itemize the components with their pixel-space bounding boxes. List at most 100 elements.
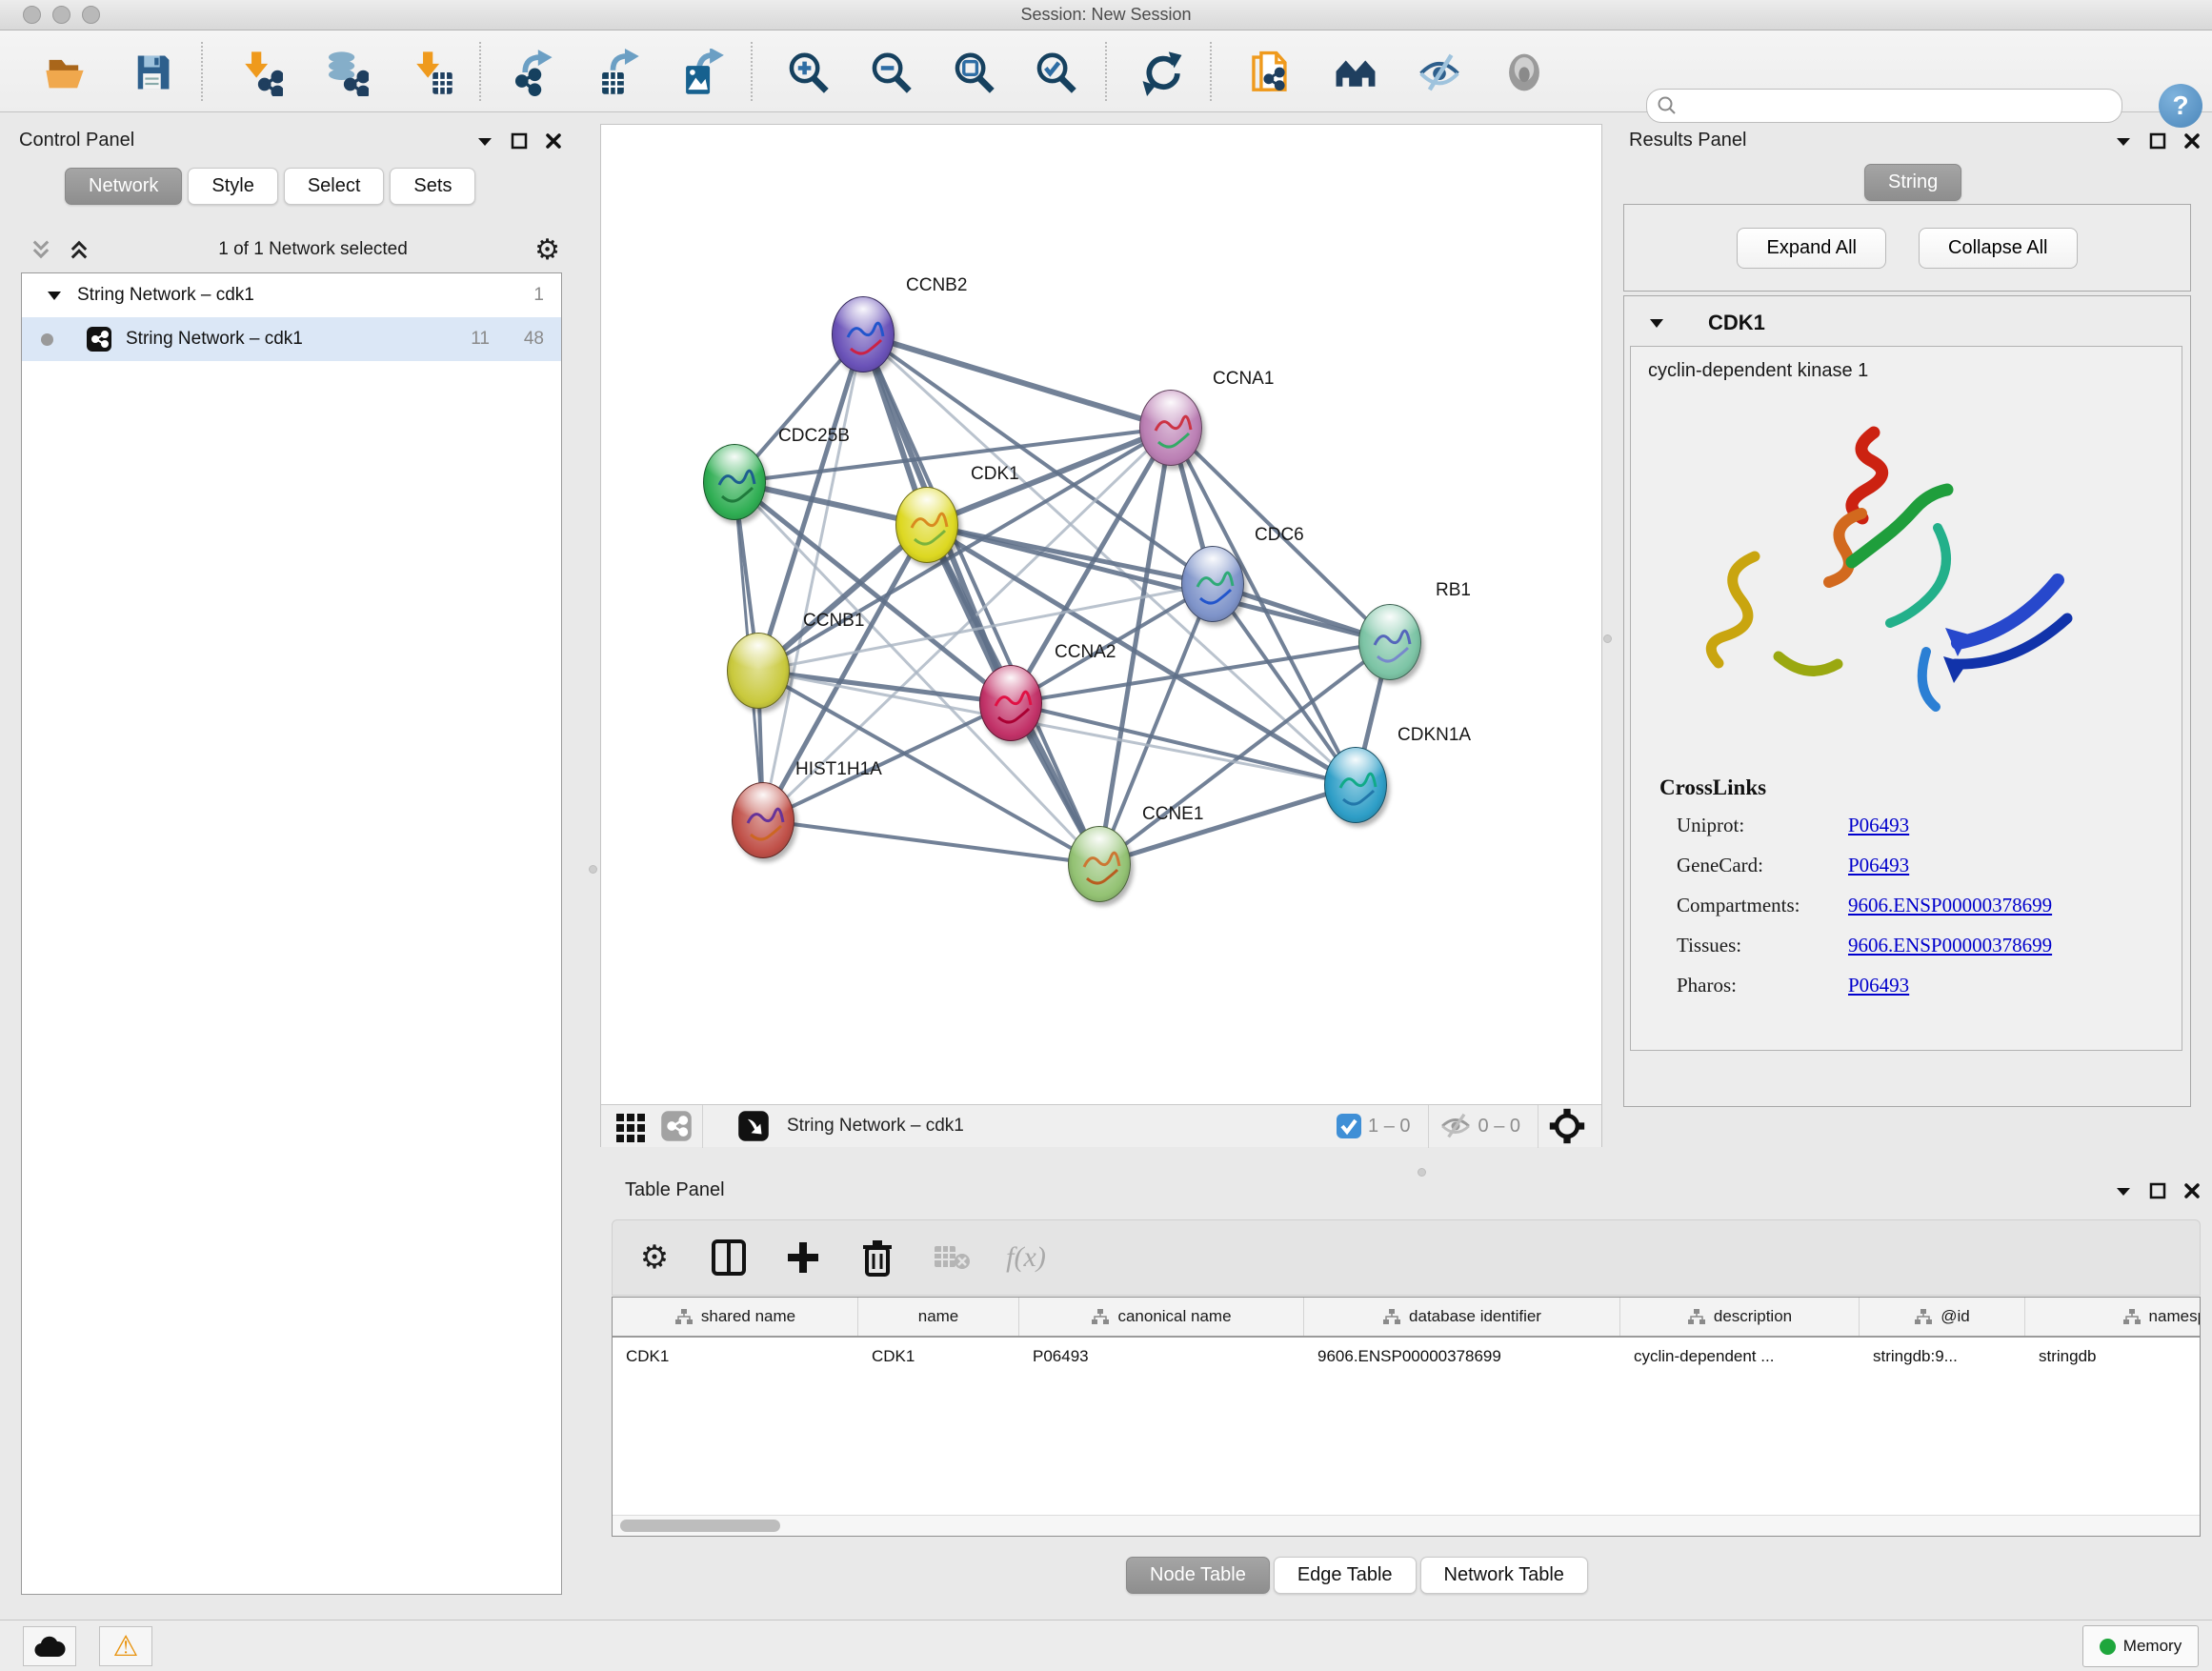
warnings-button[interactable]: ⚠ [99, 1626, 152, 1666]
tab-edge-table[interactable]: Edge Table [1274, 1557, 1417, 1594]
selected-checkbox-icon[interactable] [1336, 1113, 1362, 1139]
protein-node-ccna2[interactable] [979, 665, 1042, 741]
export-network-button[interactable] [505, 48, 558, 97]
table-cell[interactable]: CDK1 [858, 1338, 1019, 1379]
collapse-all-tree-icon[interactable] [67, 238, 91, 261]
network-edge[interactable] [863, 334, 1171, 428]
protein-node-hist1h1a[interactable] [732, 782, 794, 858]
tab-select[interactable]: Select [284, 168, 385, 205]
protein-node-cdc25b[interactable] [703, 444, 766, 520]
tab-sets[interactable]: Sets [390, 168, 475, 205]
scrollbar-thumb[interactable] [620, 1520, 780, 1532]
delete-column-icon[interactable] [856, 1237, 898, 1278]
panel-menu-icon[interactable] [2115, 135, 2132, 147]
share-view-icon[interactable] [660, 1110, 693, 1142]
float-panel-icon[interactable] [2149, 1182, 2166, 1199]
collapse-card-icon[interactable] [1649, 317, 1664, 329]
crosslink-label: Tissues: [1677, 934, 1848, 957]
protein-node-ccna1[interactable] [1139, 390, 1202, 466]
protein-node-ccnb2[interactable] [832, 296, 895, 372]
splitter-handle[interactable] [1603, 634, 1612, 643]
crosslink-link[interactable]: P06493 [1848, 814, 1909, 837]
panel-menu-icon[interactable] [2115, 1185, 2132, 1197]
column-header-database-identifier[interactable]: database identifier [1304, 1298, 1620, 1336]
save-session-button[interactable] [126, 48, 179, 97]
cloud-status-button[interactable] [23, 1626, 76, 1666]
show-columns-icon[interactable] [708, 1237, 750, 1278]
protein-node-cdkn1a[interactable] [1324, 747, 1387, 823]
string-settings-button[interactable] [1329, 48, 1382, 97]
table-cell[interactable]: 9606.ENSP00000378699 [1304, 1338, 1620, 1379]
hide-glass-button[interactable] [1413, 48, 1466, 97]
crosslink-link[interactable]: 9606.ENSP00000378699 [1848, 934, 2052, 957]
network-edge[interactable] [763, 820, 1099, 864]
zoom-out-button[interactable] [864, 48, 917, 97]
table-gear-icon[interactable]: ⚙ [633, 1237, 675, 1278]
column-header--id[interactable]: @id [1860, 1298, 2025, 1336]
tree-expand-icon[interactable] [47, 290, 62, 301]
refresh-button[interactable] [1136, 48, 1189, 97]
network-row-selected[interactable]: String Network – cdk1 11 48 [22, 317, 561, 361]
table-row[interactable]: CDK1CDK1P064939606.ENSP00000378699cyclin… [613, 1338, 2200, 1379]
network-edge[interactable] [763, 334, 863, 820]
import-table-button[interactable] [404, 48, 457, 97]
crosslink-link[interactable]: P06493 [1848, 974, 1909, 997]
table-cell[interactable]: cyclin-dependent ... [1620, 1338, 1860, 1379]
network-edge[interactable] [863, 334, 1099, 864]
gear-icon[interactable]: ⚙ [534, 233, 560, 267]
network-collection-row[interactable]: String Network – cdk1 1 [22, 273, 561, 317]
network-edge[interactable] [1099, 785, 1356, 864]
zoom-in-button[interactable] [781, 48, 835, 97]
tab-style[interactable]: Style [188, 168, 277, 205]
import-network-database-button[interactable] [318, 48, 372, 97]
protein-node-cdk1[interactable] [895, 487, 958, 563]
column-header-shared-name[interactable]: shared name [613, 1298, 858, 1336]
zoom-selected-button[interactable] [1029, 48, 1082, 97]
column-header-namespace[interactable]: namespace [2025, 1298, 2201, 1336]
column-header-description[interactable]: description [1620, 1298, 1860, 1336]
splitter-handle[interactable] [589, 865, 597, 874]
clone-network-button[interactable] [1243, 48, 1297, 97]
close-panel-icon[interactable] [2183, 1182, 2201, 1199]
crosslink-link[interactable]: P06493 [1848, 854, 1909, 877]
close-panel-icon[interactable] [2183, 132, 2201, 150]
float-panel-icon[interactable] [2149, 132, 2166, 150]
protein-node-cdc6[interactable] [1181, 546, 1244, 622]
expand-all-tree-icon[interactable] [29, 238, 53, 261]
tab-network-table[interactable]: Network Table [1420, 1557, 1588, 1594]
protein-node-ccnb1[interactable] [727, 633, 790, 709]
show-glass-button[interactable] [1498, 48, 1551, 97]
add-column-icon[interactable] [782, 1237, 824, 1278]
network-canvas[interactable]: CCNB2CCNA1CDC25BCDK1CDC6RB1CCNB1CCNA2CDK… [601, 125, 1601, 1104]
export-image-button[interactable] [674, 48, 728, 97]
import-network-file-button[interactable] [232, 48, 286, 97]
crosslinks-section: CrossLinks Uniprot:P06493GeneCard:P06493… [1677, 775, 2052, 1014]
column-header-canonical-name[interactable]: canonical name [1019, 1298, 1304, 1336]
tab-string[interactable]: String [1864, 164, 1961, 201]
tab-node-table[interactable]: Node Table [1126, 1557, 1270, 1594]
table-cell[interactable]: P06493 [1019, 1338, 1304, 1379]
open-session-button[interactable] [38, 48, 91, 97]
column-header-name[interactable]: name [858, 1298, 1019, 1336]
protein-card-header[interactable]: CDK1 [1628, 302, 2186, 344]
export-table-button[interactable] [591, 48, 644, 97]
birds-eye-view-icon[interactable] [737, 1110, 770, 1142]
zoom-fit-button[interactable] [947, 48, 1000, 97]
grid-view-icon[interactable] [614, 1110, 647, 1142]
table-cell[interactable]: stringdb:9... [1860, 1338, 2025, 1379]
tab-network[interactable]: Network [65, 168, 182, 205]
splitter-handle[interactable] [1418, 1168, 1426, 1177]
table-cell[interactable]: stringdb [2025, 1338, 2201, 1379]
collapse-all-button[interactable]: Collapse All [1919, 228, 2078, 269]
memory-button[interactable]: Memory [2082, 1625, 2199, 1667]
close-panel-icon[interactable] [545, 132, 562, 150]
expand-all-button[interactable]: Expand All [1737, 228, 1886, 269]
table-cell[interactable]: CDK1 [613, 1338, 858, 1379]
crosslink-link[interactable]: 9606.ENSP00000378699 [1848, 894, 2052, 917]
protein-node-ccne1[interactable] [1068, 826, 1131, 902]
fit-selected-crosshair-icon[interactable] [1548, 1107, 1586, 1145]
table-horizontal-scrollbar[interactable] [613, 1515, 2200, 1536]
protein-node-rb1[interactable] [1358, 604, 1421, 680]
panel-menu-icon[interactable] [476, 135, 493, 147]
float-panel-icon[interactable] [511, 132, 528, 150]
